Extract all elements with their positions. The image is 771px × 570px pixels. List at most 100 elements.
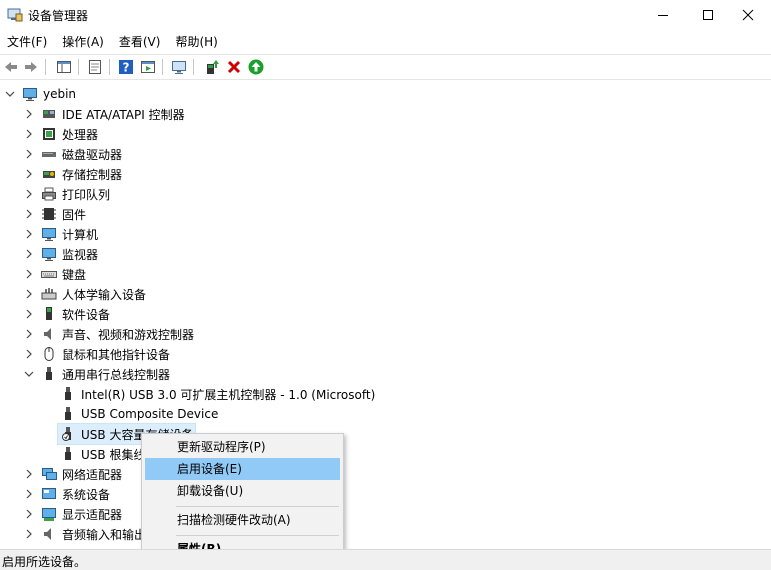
toolbar-separator <box>78 59 79 75</box>
tree-category-label: 键盘 <box>62 267 87 282</box>
status-bar: 启用所选设备。 <box>0 549 771 570</box>
tree-category[interactable]: 打印队列 <box>23 184 110 204</box>
tree-category-label: 音频输入和输出 <box>62 527 147 542</box>
tree-category[interactable]: 声音、视频和游戏控制器 <box>23 324 194 344</box>
chevron-right-icon[interactable] <box>23 208 35 220</box>
help-button[interactable]: ? <box>117 58 135 76</box>
tree-category[interactable]: 鼠标和其他指针设备 <box>23 344 170 364</box>
chevron-right-icon[interactable] <box>23 508 35 520</box>
context-menu-enable-device[interactable]: 启用设备(E) <box>145 458 340 480</box>
tree-device[interactable]: USB Composite Device <box>60 404 218 424</box>
computer-icon <box>41 226 57 242</box>
forward-button[interactable] <box>22 58 40 76</box>
tree-category[interactable]: IDE ATA/ATAPI 控制器 <box>23 104 185 124</box>
context-menu-separator <box>176 535 339 536</box>
menu-view[interactable]: 查看(V) <box>112 32 169 52</box>
tree-category[interactable]: 磁盘驱动器 <box>23 144 122 164</box>
context-menu-update-driver[interactable]: 更新驱动程序(P) <box>145 436 340 458</box>
tree-category[interactable]: 软件设备 <box>23 304 110 324</box>
chevron-right-icon[interactable] <box>23 148 35 160</box>
window-title: 设备管理器 <box>28 9 89 23</box>
close-icon <box>742 9 754 21</box>
context-menu-scan-hardware[interactable]: 扫描检测硬件改动(A) <box>145 509 340 531</box>
chevron-right-icon[interactable] <box>23 468 35 480</box>
toolbar-separator <box>193 59 194 75</box>
uninstall-button[interactable] <box>225 58 243 76</box>
tree-device[interactable]: Intel(R) USB 3.0 可扩展主机控制器 - 1.0 (Microso… <box>60 384 375 404</box>
tree-category-label: 软件设备 <box>62 307 111 322</box>
tree-category-label: 人体学输入设备 <box>62 287 147 302</box>
show-hide-tree-icon <box>57 61 71 73</box>
chevron-right-icon[interactable] <box>23 308 35 320</box>
tree-category-label: 通用串行总线控制器 <box>62 367 171 382</box>
tree-category-label: 声音、视频和游戏控制器 <box>62 327 195 342</box>
hid-icon <box>41 286 57 302</box>
chevron-down-icon[interactable] <box>23 368 35 380</box>
enable-button[interactable] <box>247 58 265 76</box>
tree-device-label: USB Composite Device <box>81 407 219 421</box>
tree-category-label: IDE ATA/ATAPI 控制器 <box>62 107 185 122</box>
system-device-icon <box>41 486 57 502</box>
tree-root-label: yebin <box>43 87 77 101</box>
chevron-right-icon[interactable] <box>23 488 35 500</box>
chevron-right-icon[interactable] <box>23 108 35 120</box>
tree-category[interactable]: 处理器 <box>23 124 98 144</box>
chevron-down-icon[interactable] <box>4 88 16 100</box>
tree-category-label: 鼠标和其他指针设备 <box>62 347 171 362</box>
tree-category[interactable]: 监视器 <box>23 244 98 264</box>
tree-category-expanded[interactable]: 通用串行总线控制器 <box>23 364 170 384</box>
minimize-button[interactable] <box>640 0 686 30</box>
tree-category[interactable]: 计算机 <box>23 224 98 244</box>
tree-category-label: 打印队列 <box>62 187 111 202</box>
show-hide-tree-button[interactable] <box>55 58 73 76</box>
help-icon: ? <box>119 60 133 75</box>
context-menu-uninstall-device[interactable]: 卸载设备(U) <box>145 480 340 502</box>
action-pane-icon <box>141 61 155 73</box>
chevron-right-icon[interactable] <box>23 228 35 240</box>
tree-category[interactable]: 网络适配器 <box>23 464 122 484</box>
menu-bar: 文件(F) 操作(A) 查看(V) 帮助(H) <box>0 32 771 52</box>
storage-controller-icon <box>41 166 57 182</box>
tree-category[interactable]: 显示适配器 <box>23 504 122 524</box>
action-pane-button[interactable] <box>139 58 157 76</box>
close-button[interactable] <box>725 0 771 30</box>
chevron-right-icon[interactable] <box>23 128 35 140</box>
update-driver-button[interactable] <box>203 58 221 76</box>
properties-icon <box>89 60 101 74</box>
context-menu: 更新驱动程序(P) 启用设备(E) 卸载设备(U) 扫描检测硬件改动(A) 属性… <box>141 433 344 563</box>
chevron-right-icon[interactable] <box>23 528 35 540</box>
tree-category[interactable]: 人体学输入设备 <box>23 284 146 304</box>
tree-category-label: 网络适配器 <box>62 467 123 482</box>
context-menu-separator <box>176 506 339 507</box>
chevron-right-icon[interactable] <box>23 328 35 340</box>
disabled-usb-device-icon <box>60 426 76 442</box>
usb-device-icon <box>60 406 76 422</box>
tree-category[interactable]: 固件 <box>23 204 86 224</box>
chevron-right-icon[interactable] <box>23 348 35 360</box>
tree-category[interactable]: 音频输入和输出 <box>23 524 146 544</box>
menu-file[interactable]: 文件(F) <box>0 32 55 52</box>
tree-root[interactable]: yebin <box>4 84 76 104</box>
sound-icon <box>41 326 57 342</box>
toolbar-separator <box>45 59 46 75</box>
chevron-right-icon[interactable] <box>23 268 35 280</box>
chevron-right-icon[interactable] <box>23 168 35 180</box>
software-device-icon <box>41 306 57 322</box>
minimize-icon <box>658 15 668 16</box>
properties-button[interactable] <box>86 58 104 76</box>
update-driver-icon <box>207 60 219 74</box>
chevron-right-icon[interactable] <box>23 188 35 200</box>
menu-action[interactable]: 操作(A) <box>55 32 112 52</box>
enable-icon <box>248 59 264 75</box>
tree-category-label: 计算机 <box>62 227 99 242</box>
scan-hardware-button[interactable] <box>170 58 188 76</box>
menu-help[interactable]: 帮助(H) <box>168 32 225 52</box>
uninstall-icon <box>227 60 241 74</box>
back-button[interactable] <box>2 58 20 76</box>
tree-category[interactable]: 系统设备 <box>23 484 110 504</box>
chevron-right-icon[interactable] <box>23 288 35 300</box>
tree-category[interactable]: 键盘 <box>23 264 86 284</box>
tree-category[interactable]: 存储控制器 <box>23 164 122 184</box>
tree-category-label: 显示适配器 <box>62 507 123 522</box>
chevron-right-icon[interactable] <box>23 248 35 260</box>
